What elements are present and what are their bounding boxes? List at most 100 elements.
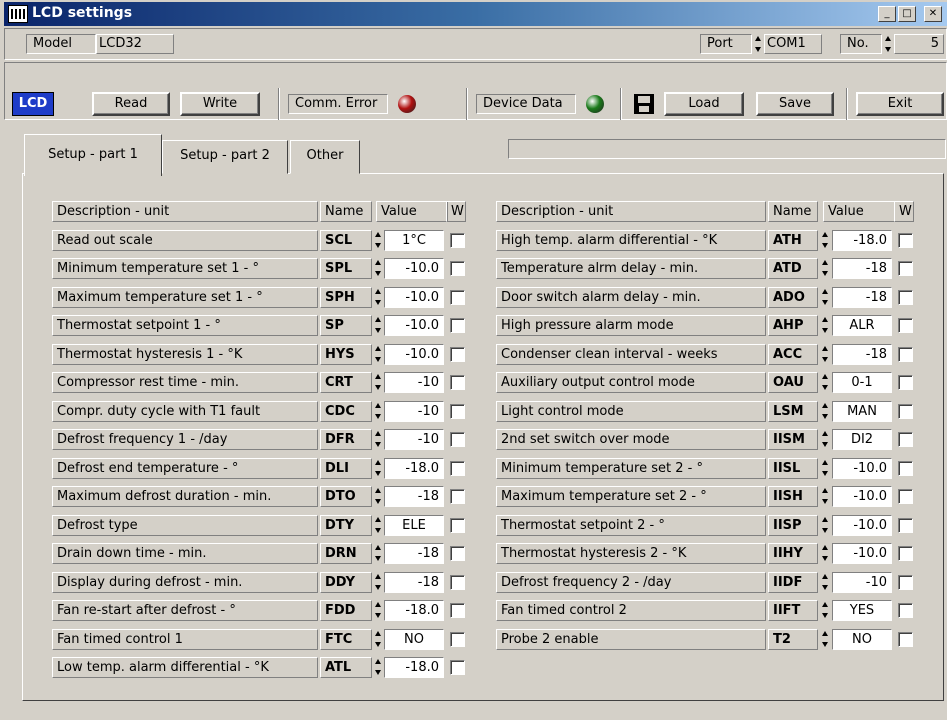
write-checkbox[interactable] (898, 347, 913, 362)
parameter-value[interactable]: 0-1 (832, 372, 892, 393)
value-spinner[interactable] (374, 372, 383, 392)
write-checkbox[interactable] (450, 546, 465, 561)
parameter-value[interactable]: -18.0 (384, 600, 444, 621)
write-checkbox[interactable] (450, 261, 465, 276)
value-spinner[interactable] (374, 258, 383, 278)
tab-setup-part-2[interactable]: Setup - part 2 (162, 140, 288, 174)
port-spinner[interactable] (754, 34, 763, 54)
parameter-value[interactable]: DI2 (832, 429, 892, 450)
close-icon[interactable]: ✕ (924, 6, 942, 22)
load-button[interactable]: Load (664, 92, 744, 116)
value-spinner[interactable] (374, 543, 383, 563)
write-checkbox[interactable] (898, 432, 913, 447)
write-checkbox[interactable] (450, 432, 465, 447)
parameter-value[interactable]: -10.0 (384, 258, 444, 279)
write-button[interactable]: Write (180, 92, 260, 116)
write-checkbox[interactable] (898, 518, 913, 533)
parameter-value[interactable]: NO (384, 629, 444, 650)
value-spinner[interactable] (821, 372, 830, 392)
write-checkbox[interactable] (898, 375, 913, 390)
parameter-value[interactable]: -18 (832, 258, 892, 279)
write-checkbox[interactable] (898, 290, 913, 305)
value-spinner[interactable] (374, 315, 383, 335)
tab-other[interactable]: Other (290, 140, 360, 174)
write-checkbox[interactable] (450, 318, 465, 333)
parameter-value[interactable]: 1°C (384, 230, 444, 251)
parameter-value[interactable]: -10 (384, 401, 444, 422)
tab-setup-part-1[interactable]: Setup - part 1 (24, 134, 162, 176)
value-spinner[interactable] (821, 315, 830, 335)
write-checkbox[interactable] (450, 603, 465, 618)
value-spinner[interactable] (821, 230, 830, 250)
write-checkbox[interactable] (898, 632, 913, 647)
value-spinner[interactable] (374, 657, 383, 677)
write-checkbox[interactable] (898, 603, 913, 618)
parameter-value[interactable]: -18.0 (832, 230, 892, 251)
parameter-value[interactable]: -18 (384, 572, 444, 593)
value-spinner[interactable] (374, 486, 383, 506)
write-checkbox[interactable] (898, 489, 913, 504)
write-checkbox[interactable] (898, 261, 913, 276)
write-checkbox[interactable] (898, 318, 913, 333)
write-checkbox[interactable] (450, 290, 465, 305)
value-spinner[interactable] (821, 572, 830, 592)
value-spinner[interactable] (374, 572, 383, 592)
parameter-value[interactable]: MAN (832, 401, 892, 422)
value-spinner[interactable] (821, 401, 830, 421)
write-checkbox[interactable] (898, 546, 913, 561)
write-checkbox[interactable] (450, 660, 465, 675)
lcd-button[interactable]: LCD (12, 92, 54, 116)
value-spinner[interactable] (374, 401, 383, 421)
write-checkbox[interactable] (450, 404, 465, 419)
write-checkbox[interactable] (450, 575, 465, 590)
write-checkbox[interactable] (898, 233, 913, 248)
value-spinner[interactable] (821, 344, 830, 364)
parameter-value[interactable]: -10.0 (384, 287, 444, 308)
write-checkbox[interactable] (450, 347, 465, 362)
no-spinner[interactable] (884, 34, 893, 54)
save-button[interactable]: Save (756, 92, 834, 116)
value-spinner[interactable] (821, 486, 830, 506)
parameter-value[interactable]: -18 (384, 486, 444, 507)
write-checkbox[interactable] (450, 375, 465, 390)
maximize-icon[interactable]: □ (898, 6, 916, 22)
value-spinner[interactable] (374, 600, 383, 620)
parameter-value[interactable]: -10 (384, 429, 444, 450)
exit-button[interactable]: Exit (856, 92, 944, 116)
parameter-value[interactable]: YES (832, 600, 892, 621)
write-checkbox[interactable] (450, 518, 465, 533)
value-spinner[interactable] (374, 344, 383, 364)
value-spinner[interactable] (821, 287, 830, 307)
value-spinner[interactable] (374, 458, 383, 478)
value-spinner[interactable] (821, 629, 830, 649)
parameter-value[interactable]: -18.0 (384, 458, 444, 479)
value-spinner[interactable] (821, 600, 830, 620)
value-spinner[interactable] (821, 458, 830, 478)
write-checkbox[interactable] (450, 461, 465, 476)
value-spinner[interactable] (374, 429, 383, 449)
write-checkbox[interactable] (450, 489, 465, 504)
read-button[interactable]: Read (92, 92, 170, 116)
parameter-value[interactable]: -18 (832, 287, 892, 308)
parameter-value[interactable]: ELE (384, 515, 444, 536)
value-spinner[interactable] (374, 287, 383, 307)
write-checkbox[interactable] (898, 404, 913, 419)
parameter-value[interactable]: ALR (832, 315, 892, 336)
value-spinner[interactable] (374, 515, 383, 535)
value-spinner[interactable] (374, 629, 383, 649)
parameter-value[interactable]: -10 (832, 572, 892, 593)
parameter-value[interactable]: -10 (384, 372, 444, 393)
minimize-icon[interactable]: _ (878, 6, 896, 22)
value-spinner[interactable] (374, 230, 383, 250)
write-checkbox[interactable] (450, 233, 465, 248)
parameter-value[interactable]: -10.0 (832, 486, 892, 507)
write-checkbox[interactable] (898, 461, 913, 476)
value-spinner[interactable] (821, 258, 830, 278)
parameter-value[interactable]: -10.0 (832, 543, 892, 564)
parameter-value[interactable]: -18.0 (384, 657, 444, 678)
parameter-value[interactable]: -10.0 (832, 458, 892, 479)
value-spinner[interactable] (821, 543, 830, 563)
parameter-value[interactable]: -10.0 (384, 344, 444, 365)
value-spinner[interactable] (821, 515, 830, 535)
parameter-value[interactable]: -18 (384, 543, 444, 564)
